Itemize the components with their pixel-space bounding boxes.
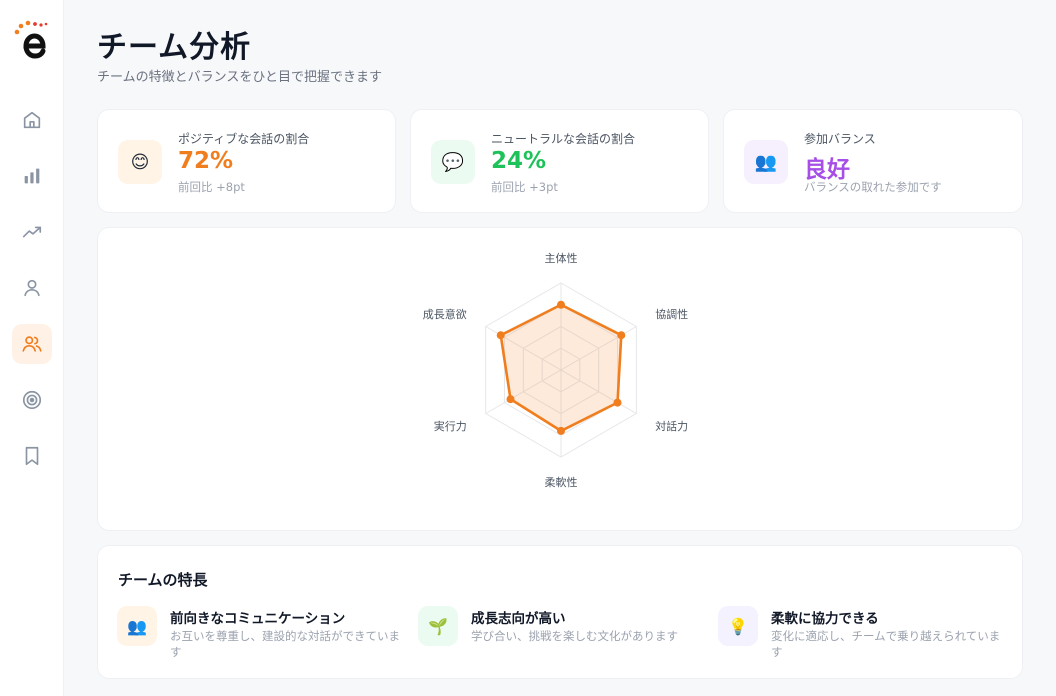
- nav-profile[interactable]: [12, 268, 52, 308]
- sprout-icon: 🌱: [418, 606, 458, 646]
- trait-description: 学び合い、挑戦を楽しむ文化があります: [471, 629, 678, 643]
- radar-chart-card: 主体性協調性対話力柔軟性 実行力 成長意欲: [97, 227, 1023, 531]
- bookmark-icon: [25, 446, 39, 466]
- nav-goals[interactable]: [12, 380, 52, 420]
- nav-trends[interactable]: [12, 212, 52, 252]
- trait-description: お互いを尊重し、建設的な対話ができています: [170, 629, 400, 659]
- main-content: チーム分析 チームの特徴とバランスをひと目で把握できます 😊 ポジティブな会話の…: [64, 0, 1056, 696]
- stat-label: 参加バランス: [804, 132, 876, 146]
- radar-axis-label: 柔軟性: [545, 475, 578, 489]
- trait-title: 柔軟に協力できる: [771, 611, 879, 627]
- stat-card-neutral: 💬 ニュートラルな会話の割合 24% 前回比 +3pt: [410, 109, 709, 213]
- lightbulb-icon: 💡: [718, 606, 758, 646]
- trait-item: 👥 前向きなコミュニケーション お互いを尊重し、建設的な対話ができています: [117, 606, 407, 666]
- user-icon: [24, 279, 40, 297]
- radar-data-point: [506, 395, 515, 404]
- stat-description: バランスの取れた参加です: [804, 180, 942, 194]
- nav-bookmarks[interactable]: [12, 436, 52, 476]
- nav-team[interactable]: [12, 324, 52, 364]
- radar-data-point: [557, 426, 565, 435]
- users-icon: [22, 336, 42, 352]
- stat-change: 前回比 +3pt: [491, 180, 558, 194]
- nav-home[interactable]: [12, 100, 52, 140]
- stat-value: 72%: [178, 148, 234, 174]
- radar-axis-label: 主体性: [545, 251, 578, 265]
- radar-axis-label: 対話力: [655, 419, 688, 433]
- smile-icon: 😊: [118, 140, 162, 184]
- trait-title: 成長志向が高い: [471, 611, 566, 627]
- stat-label: ポジティブな会話の割合: [178, 132, 310, 146]
- trending-up-icon: [22, 226, 42, 238]
- people-icon: 👥: [117, 606, 157, 646]
- trait-description: 変化に適応し、チームで乗り越えられています: [771, 629, 1001, 659]
- radar-axis-label: 協調性: [655, 307, 688, 321]
- radar-data-point: [557, 300, 565, 309]
- radar-data-point: [617, 331, 626, 340]
- bar-chart-icon: [24, 168, 40, 184]
- radar-data-point: [496, 331, 505, 340]
- radar-data-point: [613, 398, 622, 407]
- team-traits-card: チームの特長 👥 前向きなコミュニケーション お互いを尊重し、建設的な対話ができ…: [97, 545, 1023, 679]
- stat-label: ニュートラルな会話の割合: [491, 132, 636, 146]
- traits-title: チームの特長: [118, 571, 208, 589]
- speech-bubble-icon: 💬: [431, 140, 475, 184]
- logo-icon: [12, 20, 52, 60]
- radar-axis-label: 成長意欲: [423, 307, 467, 321]
- target-icon: [22, 390, 42, 410]
- sidebar: [0, 0, 64, 696]
- radar-axis-label: 実行力: [434, 419, 467, 433]
- stat-card-balance: 👥 参加バランス 良好 バランスの取れた参加です: [723, 109, 1023, 213]
- stat-value: 24%: [491, 148, 547, 174]
- radar-series-area: [499, 303, 623, 433]
- page-subtitle: チームの特徴とバランスをひと目で把握できます: [97, 70, 382, 85]
- trait-title: 前向きなコミュニケーション: [170, 611, 346, 627]
- page-title: チーム分析: [97, 30, 252, 65]
- trait-item: 💡 柔軟に協力できる 変化に適応し、チームで乗り越えられています: [718, 606, 1008, 666]
- stat-card-positive: 😊 ポジティブな会話の割合 72% 前回比 +8pt: [97, 109, 396, 213]
- stat-change: 前回比 +8pt: [178, 180, 245, 194]
- nav-reports[interactable]: [12, 156, 52, 196]
- home-icon: [23, 111, 41, 129]
- radar-chart: 主体性協調性対話力柔軟性 実行力 成長意欲: [423, 251, 688, 489]
- people-icon: 👥: [744, 140, 788, 184]
- trait-item: 🌱 成長志向が高い 学び合い、挑戦を楽しむ文化があります: [418, 606, 708, 666]
